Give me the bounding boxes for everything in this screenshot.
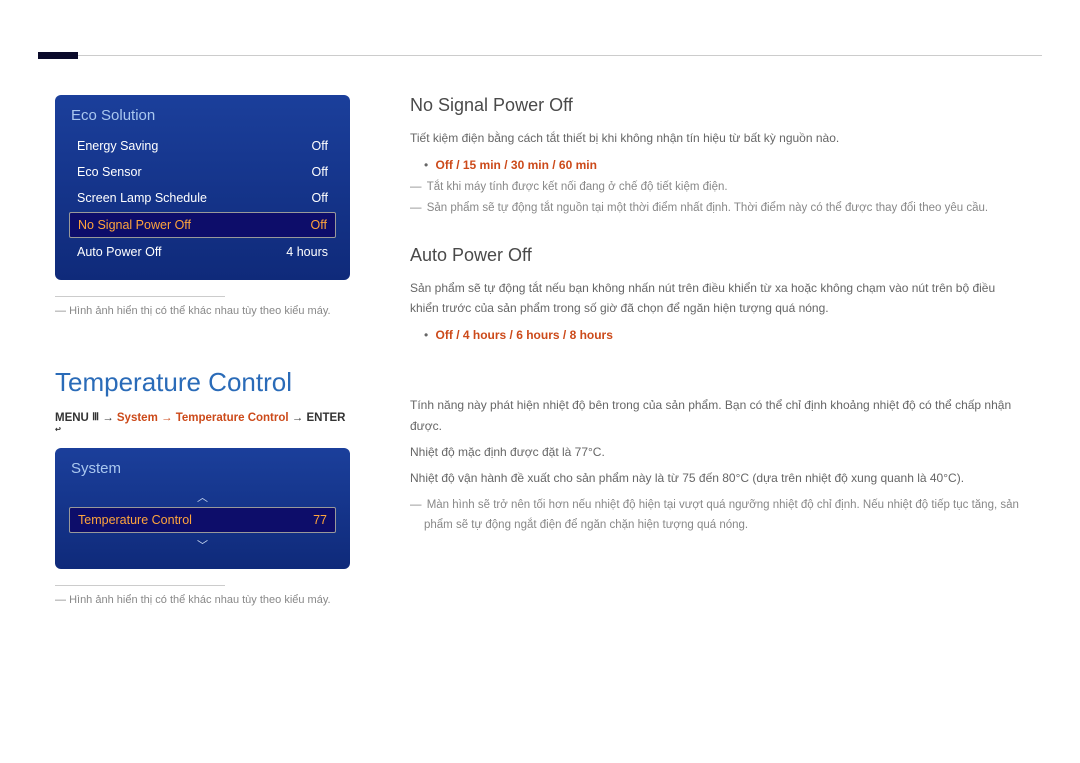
menu-icon: Ⅲ [92,412,99,423]
menu-value: 4 hours [286,245,328,259]
menu-value: Off [312,139,328,153]
menu-value: 77 [313,513,327,527]
menu-row-auto-power-off[interactable]: Auto Power Off 4 hours [69,240,336,264]
left-column: Eco Solution Energy Saving Off Eco Senso… [55,95,350,606]
temperature-text-section: Tính năng này phát hiện nhiệt độ bên tro… [410,395,1025,536]
arrow: → [292,412,307,424]
menu-label: Screen Lamp Schedule [77,191,207,205]
sub-note-1: Tắt khi máy tính được kết nối đang ở chế… [410,177,1025,198]
divider [55,585,225,586]
temp-p4: Màn hình sẽ trở nên tối hơn nếu nhiệt độ… [410,495,1025,536]
section-title: No Signal Power Off [410,95,1025,116]
menu-row-screen-lamp[interactable]: Screen Lamp Schedule Off [69,186,336,210]
header-accent [38,52,78,59]
header-rule [38,55,1042,56]
page-content: Eco Solution Energy Saving Off Eco Senso… [55,95,1025,606]
temp-p1: Tính năng này phát hiện nhiệt độ bên tro… [410,395,1025,436]
section-desc: Tiết kiệm điện bằng cách tắt thiết bị kh… [410,128,1025,148]
section-desc: Sản phẩm sẽ tự động tắt nếu bạn không nh… [410,278,1025,319]
right-column: No Signal Power Off Tiết kiệm điện bằng … [410,95,1025,606]
temp-p2: Nhiệt độ mặc định được đặt là 77°C. [410,442,1025,462]
divider [55,296,225,297]
options-line: Off / 4 hours / 6 hours / 8 hours [424,324,1025,347]
section-title: Auto Power Off [410,245,1025,266]
eco-solution-menu: Eco Solution Energy Saving Off Eco Senso… [55,95,350,280]
enter-icon: ↩ [55,424,61,435]
menu-value: Off [312,191,328,205]
menu-label: Auto Power Off [77,245,162,259]
temp-p3: Nhiệt độ vận hành đề xuất cho sản phẩm n… [410,468,1025,488]
image-vary-note-2: Hình ảnh hiển thị có thể khác nhau tùy t… [55,594,350,606]
menu-row-energy-saving[interactable]: Energy Saving Off [69,134,336,158]
menu-label: Temperature Control [78,513,192,527]
options-text: Off / 15 min / 30 min / 60 min [436,158,597,172]
chevron-down-icon[interactable]: ﹀ [69,535,336,555]
auto-power-off-section: Auto Power Off Sản phẩm sẽ tự động tắt n… [410,245,1025,348]
no-signal-section: No Signal Power Off Tiết kiệm điện bằng … [410,95,1025,219]
image-vary-note: Hình ảnh hiển thị có thể khác nhau tùy t… [55,305,350,317]
menu-label: Eco Sensor [77,165,142,179]
menu-title: Eco Solution [69,107,336,124]
breadcrumb-enter: ENTER [306,412,345,424]
menu-label: Energy Saving [77,139,158,153]
chevron-up-icon[interactable]: ︿ [69,487,336,507]
system-menu: System ︿ Temperature Control 77 ﹀ [55,448,350,569]
menu-value: Off [311,218,327,232]
breadcrumb-path: System → Temperature Control [117,412,289,424]
options-text: Off / 4 hours / 6 hours / 8 hours [436,328,613,342]
menu-row-temperature-control[interactable]: Temperature Control 77 [69,507,336,533]
menu-row-eco-sensor[interactable]: Eco Sensor Off [69,160,336,184]
options-line: Off / 15 min / 30 min / 60 min [424,154,1025,177]
menu-label: No Signal Power Off [78,218,191,232]
breadcrumb-menu: MENU [55,412,89,424]
menu-title: System [69,460,336,477]
breadcrumb: MENU Ⅲ → System → Temperature Control → … [55,412,350,436]
temperature-control-heading: Temperature Control [55,367,350,398]
sub-note-2: Sản phẩm sẽ tự động tắt nguồn tại một th… [410,198,1025,219]
menu-value: Off [312,165,328,179]
arrow: → [102,412,117,424]
menu-row-no-signal-power-off[interactable]: No Signal Power Off Off [69,212,336,238]
